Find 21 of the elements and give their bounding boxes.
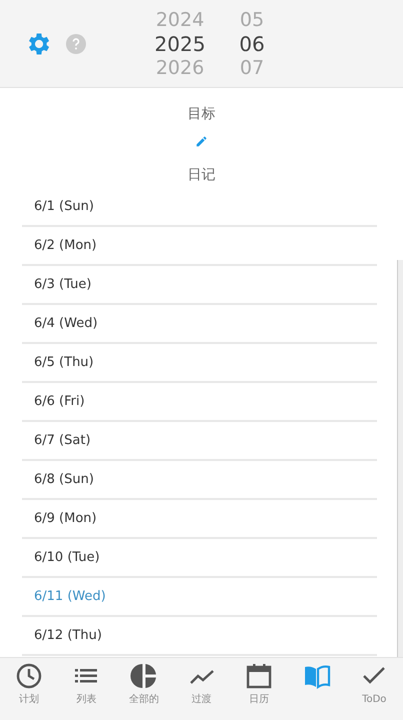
day-item[interactable]: 6/4 (Wed) (22, 314, 98, 334)
day-item[interactable]: 6/5 (Thu) (22, 352, 94, 372)
day-item[interactable]: 6/2 (Mon) (22, 236, 97, 256)
calendar-icon (245, 662, 274, 690)
day-item[interactable]: 6/10 (Tue) (22, 548, 100, 568)
picker-option[interactable]: 06 (222, 30, 282, 56)
help-icon[interactable] (66, 34, 86, 54)
day-item[interactable]: 6/7 (Sat) (22, 430, 91, 450)
picker-option[interactable]: 2025 (150, 30, 210, 56)
section-title: 目标 (186, 105, 216, 124)
day-item[interactable]: 6/6 (Fri) (22, 392, 85, 412)
day-item[interactable]: 6/11 (Wed) (22, 586, 106, 606)
day-item[interactable]: 6/12 (Thu) (22, 626, 102, 646)
day-item[interactable]: 6/1 (Sun) (22, 196, 94, 216)
clock-icon (14, 662, 43, 690)
edit-icon[interactable] (195, 135, 208, 148)
day-item[interactable]: 6/9 (Mon) (22, 508, 97, 528)
section-title: 日记 (186, 166, 216, 185)
day-item[interactable]: 6/3 (Tue) (22, 274, 92, 294)
pie-chart-icon (130, 662, 158, 690)
day-item[interactable]: 6/8 (Sun) (22, 470, 94, 490)
